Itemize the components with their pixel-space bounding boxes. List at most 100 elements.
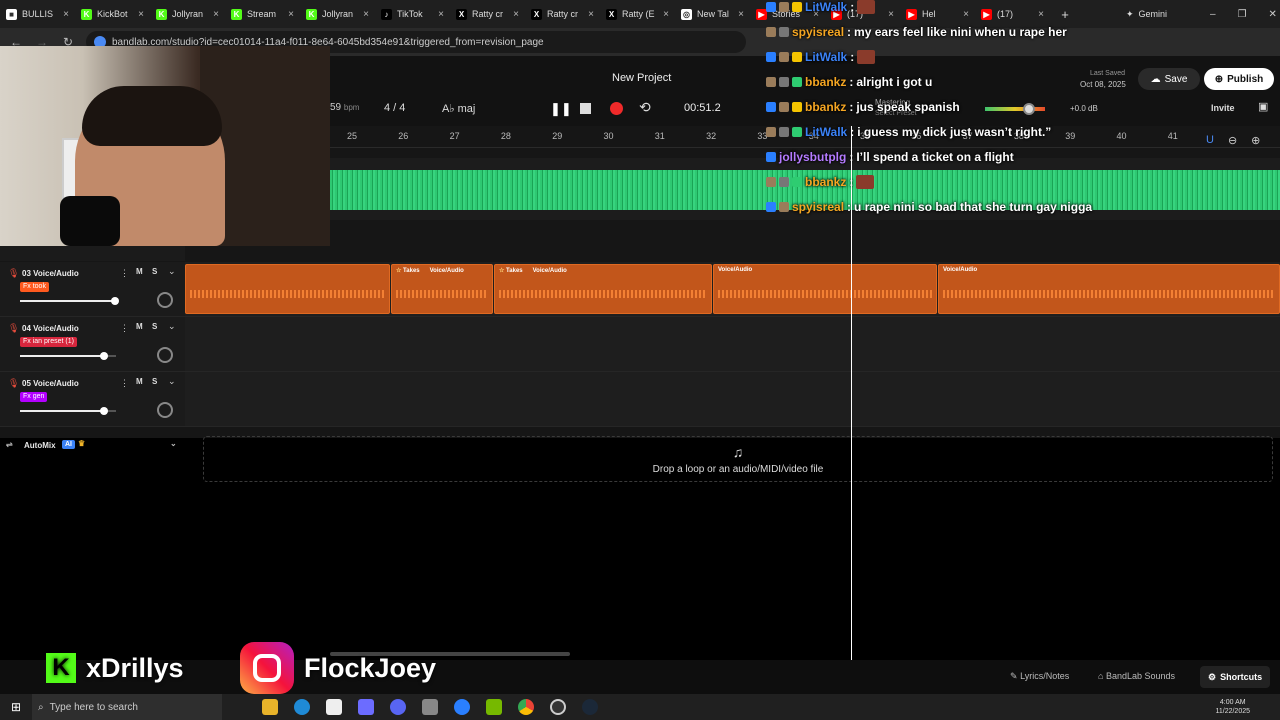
zoom-out-icon[interactable]: ⊖ xyxy=(1228,134,1237,147)
taskbar-clock[interactable]: 4:00 AM 11/22/2025 xyxy=(1215,698,1250,716)
automix-row[interactable]: ⇌ AutoMix AI ♛ ⌄ xyxy=(0,438,185,454)
loop-icon[interactable]: ⟲ xyxy=(639,99,651,116)
close-icon[interactable]: × xyxy=(513,9,519,20)
audio-clip[interactable]: Voice/Audio xyxy=(713,264,937,314)
browser-tab[interactable]: K Stream × xyxy=(225,0,300,28)
project-title[interactable]: New Project xyxy=(612,72,671,84)
audio-clip[interactable]: ☆ Takes Voice/Audio xyxy=(391,264,493,314)
drop-zone[interactable]: ♫ Drop a loop or an audio/MIDI/video fil… xyxy=(203,436,1273,482)
browser-tab[interactable]: K KickBot × xyxy=(75,0,150,28)
solo-button[interactable]: S xyxy=(152,322,157,331)
track-menu-icon[interactable]: ⋮ xyxy=(120,323,129,334)
volume-slider[interactable] xyxy=(20,407,116,415)
audio-clip[interactable]: Voice/Audio xyxy=(938,264,1280,314)
maximize-icon[interactable]: ❐ xyxy=(1238,9,1247,20)
chevron-down-icon[interactable]: ⌄ xyxy=(168,376,176,387)
chevron-down-icon[interactable]: ⌄ xyxy=(168,266,176,277)
publish-button[interactable]: ⊕ Publish xyxy=(1204,68,1274,90)
mute-button[interactable]: M xyxy=(136,322,143,331)
chat-username[interactable]: bbankz xyxy=(805,100,846,114)
save-button[interactable]: ☁ Save xyxy=(1138,68,1200,90)
chevron-down-icon[interactable]: ⌄ xyxy=(170,439,177,448)
shortcuts-button[interactable]: ⚙ Shortcuts xyxy=(1200,666,1271,688)
bpm-display[interactable]: 59 bpm xyxy=(330,102,359,113)
pan-knob[interactable] xyxy=(157,402,173,418)
fx-badge[interactable]: Fx took xyxy=(20,282,49,292)
windows-start-icon[interactable]: ⊞ xyxy=(0,700,32,714)
lyrics-notes-button[interactable]: ✎ Lyrics/Notes xyxy=(1010,671,1069,682)
solo-button[interactable]: S xyxy=(152,267,157,276)
pause-button[interactable]: ❚❚ xyxy=(550,101,572,117)
close-icon[interactable]: × xyxy=(738,9,744,20)
close-icon[interactable]: × xyxy=(438,9,444,20)
chat-username[interactable]: bbankz xyxy=(805,175,846,189)
track-menu-icon[interactable]: ⋮ xyxy=(120,378,129,389)
playhead[interactable] xyxy=(851,126,852,660)
track-header[interactable]: 🎙 04 Voice/Audio ⋮ M S ⌄ Fx ian preset (1) xyxy=(0,317,185,372)
solo-button[interactable]: S xyxy=(152,377,157,386)
track-lane[interactable] xyxy=(185,372,1280,427)
track-menu-icon[interactable]: ⋮ xyxy=(120,268,129,279)
close-icon[interactable]: × xyxy=(288,9,294,20)
chat-username[interactable]: LitWalk xyxy=(805,125,847,139)
close-icon[interactable]: × xyxy=(588,9,594,20)
browser-tab[interactable]: X Ratty cr × xyxy=(450,0,525,28)
chat-username[interactable]: bbankz xyxy=(805,75,846,89)
browser-tab[interactable]: ♪ TikTok × xyxy=(375,0,450,28)
volume-slider[interactable] xyxy=(20,297,119,305)
nvidia-icon[interactable] xyxy=(486,699,502,715)
browser-tab[interactable]: K Jollyran × xyxy=(150,0,225,28)
taskbar-search[interactable]: ⌕ Type here to search xyxy=(32,694,222,720)
close-icon[interactable]: × xyxy=(363,9,369,20)
chat-username[interactable]: LitWalk xyxy=(805,50,847,64)
app2-icon[interactable] xyxy=(454,699,470,715)
volume-knob[interactable] xyxy=(100,352,108,360)
volume-knob[interactable] xyxy=(111,297,119,305)
obs-icon[interactable] xyxy=(550,699,566,715)
app-icon[interactable] xyxy=(326,699,342,715)
browser-tab[interactable]: X Ratty cr × xyxy=(525,0,600,28)
chat-username[interactable]: jollysbutplg xyxy=(779,150,846,164)
magnet-icon[interactable]: U xyxy=(1206,134,1214,147)
minimize-icon[interactable]: – xyxy=(1210,9,1216,20)
mute-button[interactable]: M xyxy=(136,377,143,386)
browser-tab-gemini[interactable]: ✦ Gemini xyxy=(1120,0,1210,28)
close-icon[interactable]: × xyxy=(663,9,669,20)
fx-badge[interactable]: Fx gen xyxy=(20,392,48,402)
stop-button[interactable] xyxy=(580,103,591,114)
file-explorer-icon[interactable] xyxy=(262,699,278,715)
browser-tab[interactable]: ◎ New Tal × xyxy=(675,0,750,28)
close-icon[interactable]: × xyxy=(63,9,69,20)
volume-slider[interactable] xyxy=(20,352,116,360)
browser-tab[interactable]: ■ BULLIS × xyxy=(0,0,75,28)
chrome-icon[interactable] xyxy=(518,699,534,715)
audio-clip[interactable] xyxy=(185,264,390,314)
pan-knob[interactable] xyxy=(157,292,173,308)
record-button[interactable] xyxy=(610,102,623,115)
bandlab-sounds-button[interactable]: ⌂ BandLab Sounds xyxy=(1098,671,1175,681)
steam-icon[interactable] xyxy=(582,699,598,715)
copilot-icon[interactable] xyxy=(358,699,374,715)
browser-tab[interactable]: X Ratty (E × xyxy=(600,0,675,28)
discord-icon[interactable] xyxy=(390,699,406,715)
time-signature[interactable]: 4 / 4 xyxy=(384,102,405,114)
close-icon[interactable]: × xyxy=(138,9,144,20)
mute-button[interactable]: M xyxy=(136,267,143,276)
volume-knob[interactable] xyxy=(100,407,108,415)
chat-username[interactable]: spyisreal xyxy=(792,25,844,39)
close-icon[interactable]: × xyxy=(213,9,219,20)
track-header[interactable]: 🎙 05 Voice/Audio ⋮ M S ⌄ Fx gen xyxy=(0,372,185,427)
fx-badge[interactable]: Fx ian preset (1) xyxy=(20,337,77,347)
track-header[interactable]: 🎙 03 Voice/Audio ⋮ M S ⌄ Fx took xyxy=(0,262,185,317)
chat-username[interactable]: spyisreal xyxy=(792,200,844,214)
browser-tab[interactable]: K Jollyran × xyxy=(300,0,375,28)
pan-knob[interactable] xyxy=(157,347,173,363)
close-window-icon[interactable]: ✕ xyxy=(1269,9,1277,20)
invite-button[interactable]: Invite xyxy=(1211,103,1235,113)
chevron-down-icon[interactable]: ⌄ xyxy=(168,321,176,332)
track-lane[interactable]: ☆ Takes Voice/Audio ☆ Takes Voice/Audio Voic… xyxy=(185,262,1280,317)
edge-icon[interactable] xyxy=(294,699,310,715)
chat-username[interactable]: LitWalk xyxy=(805,0,847,14)
key-selector[interactable]: A♭ maj xyxy=(442,102,475,115)
zoom-in-icon[interactable]: ⊕ xyxy=(1251,134,1260,147)
